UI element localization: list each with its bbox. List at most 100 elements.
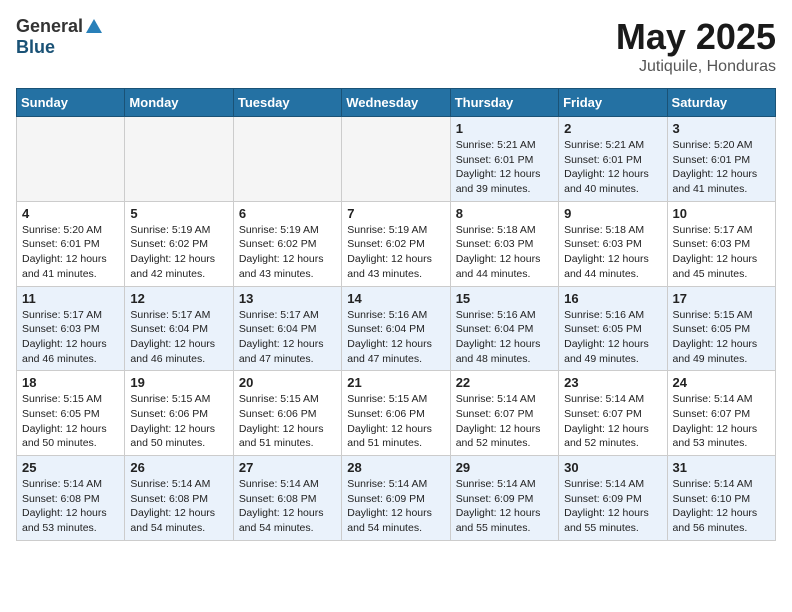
logo-general-text: General xyxy=(16,16,83,37)
logo-blue-text: Blue xyxy=(16,37,55,58)
day-number: 1 xyxy=(456,121,553,136)
day-number: 9 xyxy=(564,206,661,221)
day-number: 10 xyxy=(673,206,770,221)
day-number: 7 xyxy=(347,206,444,221)
calendar-cell: 23 Sunrise: 5:14 AM Sunset: 6:07 PM Dayli… xyxy=(559,371,667,456)
day-info: Sunrise: 5:21 AM Sunset: 6:01 PM Dayligh… xyxy=(456,138,553,197)
calendar-cell: 24 Sunrise: 5:14 AM Sunset: 6:07 PM Dayli… xyxy=(667,371,775,456)
calendar-cell: 5Sunrise: 5:19 AM Sunset: 6:02 PM Daylig… xyxy=(125,201,233,286)
day-number: 19 xyxy=(130,375,227,390)
day-info: Sunrise: 5:14 AM Sunset: 6:09 PM Dayligh… xyxy=(456,477,553,536)
day-info: Sunrise: 5:20 AM Sunset: 6:01 PM Dayligh… xyxy=(673,138,770,197)
calendar-cell: 26 Sunrise: 5:14 AM Sunset: 6:08 PM Dayli… xyxy=(125,456,233,541)
day-info: Sunrise: 5:14 AM Sunset: 6:09 PM Dayligh… xyxy=(347,477,444,536)
day-number: 12 xyxy=(130,291,227,306)
calendar-cell: 29 Sunrise: 5:14 AM Sunset: 6:09 PM Dayli… xyxy=(450,456,558,541)
day-number: 2 xyxy=(564,121,661,136)
calendar-cell xyxy=(17,117,125,202)
day-info: Sunrise: 5:15 AM Sunset: 6:06 PM Dayligh… xyxy=(347,392,444,451)
day-info: Sunrise: 5:14 AM Sunset: 6:08 PM Dayligh… xyxy=(22,477,119,536)
calendar-cell: 6Sunrise: 5:19 AM Sunset: 6:02 PM Daylig… xyxy=(233,201,341,286)
day-number: 15 xyxy=(456,291,553,306)
day-number: 4 xyxy=(22,206,119,221)
day-number: 21 xyxy=(347,375,444,390)
logo: General Blue xyxy=(16,16,102,58)
calendar-header-row: SundayMondayTuesdayWednesdayThursdayFrid… xyxy=(17,89,776,117)
day-number: 30 xyxy=(564,460,661,475)
calendar-table: SundayMondayTuesdayWednesdayThursdayFrid… xyxy=(16,88,776,541)
calendar-cell: 22 Sunrise: 5:14 AM Sunset: 6:07 PM Dayli… xyxy=(450,371,558,456)
day-number: 27 xyxy=(239,460,336,475)
day-info: Sunrise: 5:14 AM Sunset: 6:09 PM Dayligh… xyxy=(564,477,661,536)
calendar-week-row: 11Sunrise: 5:17 AM Sunset: 6:03 PM Dayli… xyxy=(17,286,776,371)
day-number: 25 xyxy=(22,460,119,475)
calendar-cell: 9Sunrise: 5:18 AM Sunset: 6:03 PM Daylig… xyxy=(559,201,667,286)
day-info: Sunrise: 5:14 AM Sunset: 6:08 PM Dayligh… xyxy=(130,477,227,536)
day-info: Sunrise: 5:18 AM Sunset: 6:03 PM Dayligh… xyxy=(456,223,553,282)
day-number: 14 xyxy=(347,291,444,306)
day-number: 13 xyxy=(239,291,336,306)
calendar-day-header: Saturday xyxy=(667,89,775,117)
calendar-cell: 25 Sunrise: 5:14 AM Sunset: 6:08 PM Dayli… xyxy=(17,456,125,541)
day-info: Sunrise: 5:16 AM Sunset: 6:05 PM Dayligh… xyxy=(564,308,661,367)
calendar-cell: 2 Sunrise: 5:21 AM Sunset: 6:01 PM Daylig… xyxy=(559,117,667,202)
calendar-cell: 21 Sunrise: 5:15 AM Sunset: 6:06 PM Dayli… xyxy=(342,371,450,456)
calendar-cell xyxy=(125,117,233,202)
title-block: May 2025 Jutiquile, Honduras xyxy=(616,16,776,76)
calendar-day-header: Wednesday xyxy=(342,89,450,117)
day-info: Sunrise: 5:17 AM Sunset: 6:04 PM Dayligh… xyxy=(130,308,227,367)
calendar-cell: 20 Sunrise: 5:15 AM Sunset: 6:06 PM Dayli… xyxy=(233,371,341,456)
day-number: 11 xyxy=(22,291,119,306)
calendar-cell: 3Sunrise: 5:20 AM Sunset: 6:01 PM Daylig… xyxy=(667,117,775,202)
day-info: Sunrise: 5:17 AM Sunset: 6:03 PM Dayligh… xyxy=(673,223,770,282)
day-info: Sunrise: 5:15 AM Sunset: 6:05 PM Dayligh… xyxy=(673,308,770,367)
calendar-day-header: Monday xyxy=(125,89,233,117)
day-number: 18 xyxy=(22,375,119,390)
calendar-cell: 30 Sunrise: 5:14 AM Sunset: 6:09 PM Dayli… xyxy=(559,456,667,541)
day-info: Sunrise: 5:15 AM Sunset: 6:06 PM Dayligh… xyxy=(239,392,336,451)
day-number: 17 xyxy=(673,291,770,306)
page-title: May 2025 xyxy=(616,16,776,58)
calendar-day-header: Friday xyxy=(559,89,667,117)
calendar-cell: 12 Sunrise: 5:17 AM Sunset: 6:04 PM Dayli… xyxy=(125,286,233,371)
calendar-week-row: 25 Sunrise: 5:14 AM Sunset: 6:08 PM Dayli… xyxy=(17,456,776,541)
day-info: Sunrise: 5:15 AM Sunset: 6:06 PM Dayligh… xyxy=(130,392,227,451)
day-info: Sunrise: 5:16 AM Sunset: 6:04 PM Dayligh… xyxy=(347,308,444,367)
day-info: Sunrise: 5:19 AM Sunset: 6:02 PM Dayligh… xyxy=(130,223,227,282)
day-number: 24 xyxy=(673,375,770,390)
calendar-week-row: 18Sunrise: 5:15 AM Sunset: 6:05 PM Dayli… xyxy=(17,371,776,456)
day-number: 8 xyxy=(456,206,553,221)
page-subtitle: Jutiquile, Honduras xyxy=(616,58,776,76)
calendar-cell: 15 Sunrise: 5:16 AM Sunset: 6:04 PM Dayli… xyxy=(450,286,558,371)
calendar-cell xyxy=(342,117,450,202)
calendar-cell: 11Sunrise: 5:17 AM Sunset: 6:03 PM Dayli… xyxy=(17,286,125,371)
calendar-day-header: Sunday xyxy=(17,89,125,117)
calendar-cell: 19 Sunrise: 5:15 AM Sunset: 6:06 PM Dayli… xyxy=(125,371,233,456)
calendar-cell: 8 Sunrise: 5:18 AM Sunset: 6:03 PM Daylig… xyxy=(450,201,558,286)
day-info: Sunrise: 5:14 AM Sunset: 6:10 PM Dayligh… xyxy=(673,477,770,536)
day-info: Sunrise: 5:19 AM Sunset: 6:02 PM Dayligh… xyxy=(347,223,444,282)
day-number: 29 xyxy=(456,460,553,475)
calendar-cell: 1 Sunrise: 5:21 AM Sunset: 6:01 PM Daylig… xyxy=(450,117,558,202)
page-header: General Blue May 2025 Jutiquile, Hondura… xyxy=(16,16,776,76)
calendar-day-header: Thursday xyxy=(450,89,558,117)
day-number: 22 xyxy=(456,375,553,390)
day-info: Sunrise: 5:16 AM Sunset: 6:04 PM Dayligh… xyxy=(456,308,553,367)
calendar-cell: 28Sunrise: 5:14 AM Sunset: 6:09 PM Dayli… xyxy=(342,456,450,541)
day-number: 6 xyxy=(239,206,336,221)
calendar-cell: 13 Sunrise: 5:17 AM Sunset: 6:04 PM Dayli… xyxy=(233,286,341,371)
day-number: 20 xyxy=(239,375,336,390)
day-info: Sunrise: 5:14 AM Sunset: 6:08 PM Dayligh… xyxy=(239,477,336,536)
calendar-cell xyxy=(233,117,341,202)
day-info: Sunrise: 5:14 AM Sunset: 6:07 PM Dayligh… xyxy=(564,392,661,451)
calendar-cell: 10 Sunrise: 5:17 AM Sunset: 6:03 PM Dayli… xyxy=(667,201,775,286)
day-number: 26 xyxy=(130,460,227,475)
day-info: Sunrise: 5:17 AM Sunset: 6:04 PM Dayligh… xyxy=(239,308,336,367)
day-info: Sunrise: 5:14 AM Sunset: 6:07 PM Dayligh… xyxy=(456,392,553,451)
day-info: Sunrise: 5:14 AM Sunset: 6:07 PM Dayligh… xyxy=(673,392,770,451)
calendar-day-header: Tuesday xyxy=(233,89,341,117)
day-number: 23 xyxy=(564,375,661,390)
logo-triangle-icon xyxy=(86,19,102,33)
calendar-cell: 17 Sunrise: 5:15 AM Sunset: 6:05 PM Dayli… xyxy=(667,286,775,371)
day-info: Sunrise: 5:21 AM Sunset: 6:01 PM Dayligh… xyxy=(564,138,661,197)
